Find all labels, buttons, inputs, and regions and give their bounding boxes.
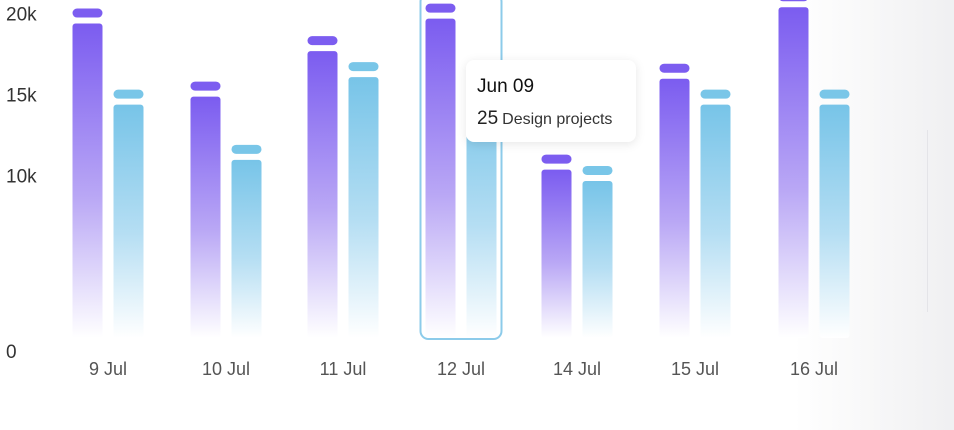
bar-series-2[interactable] bbox=[348, 77, 379, 338]
tooltip-title: Jun 09 bbox=[477, 76, 535, 97]
bar-series-2[interactable] bbox=[582, 180, 613, 338]
bar-cap-series-2 bbox=[819, 89, 850, 99]
bar-cap-series-1 bbox=[307, 36, 338, 46]
x-tick-label: 15 Jul bbox=[671, 359, 719, 379]
bar-series-1[interactable] bbox=[425, 18, 456, 339]
y-tick-label: 15k bbox=[6, 86, 37, 107]
x-tick-label: 10 Jul bbox=[202, 359, 250, 379]
bar-cap-series-1 bbox=[425, 3, 456, 13]
bar-cap-series-1 bbox=[779, 0, 808, 2]
x-tick-label: 16 Jul bbox=[790, 359, 838, 379]
y-tick-label: 20k bbox=[6, 4, 37, 25]
bar-cap-series-2 bbox=[700, 89, 731, 99]
x-tick-label: 11 Jul bbox=[320, 359, 367, 379]
bar-series-2[interactable] bbox=[231, 159, 262, 338]
bar-cap-series-1 bbox=[659, 63, 690, 73]
y-tick-label: 10k bbox=[6, 167, 37, 188]
bar-series-1[interactable] bbox=[659, 78, 690, 338]
bar-series-1[interactable] bbox=[72, 23, 103, 338]
tooltip-line: 25 Design projects bbox=[477, 108, 636, 131]
x-tick-label: 9 Jul bbox=[89, 359, 127, 379]
bar-series-1[interactable] bbox=[307, 51, 338, 338]
tooltip-value: 25 bbox=[477, 108, 499, 129]
bar-cap-series-1 bbox=[72, 8, 103, 18]
bar-cap-series-2 bbox=[113, 89, 144, 99]
bar-series-2[interactable] bbox=[700, 104, 731, 338]
tooltip: Jun 09 25 Design projects bbox=[466, 60, 636, 142]
bar-cap-series-2 bbox=[231, 144, 262, 154]
x-tick-label: 14 Jul bbox=[553, 359, 601, 379]
bar-series-1[interactable] bbox=[778, 7, 809, 339]
x-tick-label: 12 Jul bbox=[437, 359, 485, 379]
bar-series-2[interactable] bbox=[113, 104, 144, 338]
bar-series-2[interactable] bbox=[819, 104, 850, 338]
tooltip-label: Design projects bbox=[502, 111, 613, 128]
bar-cap-series-2 bbox=[582, 165, 613, 175]
bar-cap-series-2 bbox=[348, 62, 379, 72]
bar-cap-series-1 bbox=[190, 81, 221, 91]
bar-series-1[interactable] bbox=[541, 169, 572, 338]
bar-series-1[interactable] bbox=[190, 96, 221, 338]
bar-cap-series-1 bbox=[541, 154, 572, 164]
y-tick-label: 0 bbox=[6, 342, 17, 363]
